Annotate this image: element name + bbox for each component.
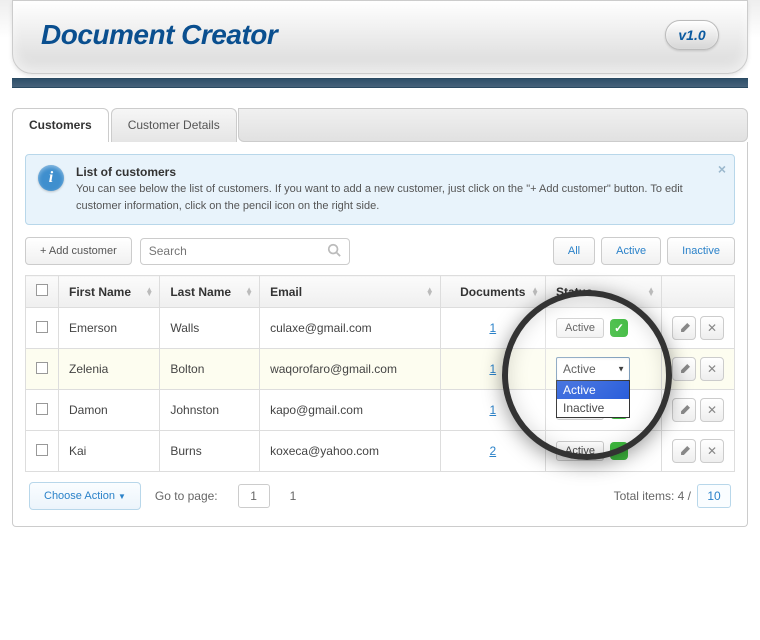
edit-button[interactable] (672, 316, 696, 340)
cell-first: Zelenia (59, 349, 160, 390)
close-icon[interactable]: × (718, 161, 726, 177)
total-items-label: Total items: 4 / (614, 489, 691, 503)
cell-last: Bolton (160, 349, 260, 390)
search-input[interactable] (149, 244, 327, 258)
col-email[interactable]: Email▲▼ (260, 276, 441, 308)
col-first[interactable]: First Name▲▼ (59, 276, 160, 308)
filter-all-button[interactable]: All (553, 237, 595, 265)
add-customer-button[interactable]: + Add customer (25, 237, 132, 265)
check-icon: ✓ (610, 319, 628, 337)
col-last[interactable]: Last Name▲▼ (160, 276, 260, 308)
sort-icon: ▲▼ (145, 288, 153, 296)
info-box: i List of customers You can see below th… (25, 154, 735, 225)
cell-email: koxeca@yahoo.com (260, 431, 441, 472)
check-icon: ✓ (610, 442, 628, 460)
goto-page-label: Go to page: (155, 489, 218, 503)
filter-active-button[interactable]: Active (601, 237, 661, 265)
search-icon (327, 243, 341, 260)
sort-icon: ▲▼ (245, 288, 253, 296)
header-ribbon (12, 78, 748, 88)
tab-bar: CustomersCustomer Details (12, 108, 748, 142)
status-dropdown-list[interactable]: ActiveInactive (556, 380, 630, 418)
select-all-checkbox[interactable] (36, 284, 48, 296)
documents-link[interactable]: 1 (489, 403, 496, 417)
row-checkbox[interactable] (36, 403, 48, 415)
main-panel: i List of customers You can see below th… (12, 142, 748, 527)
customers-table: First Name▲▼ Last Name▲▼ Email▲▼ Documen… (25, 275, 735, 472)
sort-icon: ▲▼ (426, 288, 434, 296)
info-title: List of customers (76, 165, 722, 179)
table-row: ZeleniaBoltonwaqorofaro@gmail.com 1 Active… (26, 349, 735, 390)
search-input-wrap[interactable] (140, 238, 350, 265)
delete-button[interactable]: ✕ (700, 439, 724, 463)
row-checkbox[interactable] (36, 362, 48, 374)
tab-customers[interactable]: Customers (12, 108, 109, 142)
status-option[interactable]: Active (557, 381, 629, 399)
row-checkbox[interactable] (36, 444, 48, 456)
edit-button[interactable] (672, 439, 696, 463)
app-title: Document Creator (41, 19, 277, 51)
edit-button[interactable] (672, 357, 696, 381)
cell-first: Emerson (59, 308, 160, 349)
col-docs[interactable]: Documents▲▼ (440, 276, 545, 308)
version-badge: v1.0 (665, 20, 719, 50)
documents-link[interactable]: 1 (489, 362, 496, 376)
app-header: Document Creator v1.0 (12, 0, 748, 74)
cell-first: Kai (59, 431, 160, 472)
cell-first: Damon (59, 390, 160, 431)
tab-customer-details[interactable]: Customer Details (111, 108, 237, 142)
page-total: 1 (290, 489, 297, 503)
table-footer: Choose Action ▼ Go to page: 1 1 Total it… (25, 472, 735, 514)
per-page-select[interactable]: 10 (697, 484, 731, 508)
sort-icon: ▲▼ (531, 288, 539, 296)
sort-icon: ▲▼ (647, 288, 655, 296)
status-pill[interactable]: Active (556, 441, 604, 461)
cell-last: Walls (160, 308, 260, 349)
cell-email: kapo@gmail.com (260, 390, 441, 431)
cell-status: Active▼ActiveInactive (546, 349, 662, 390)
edit-button[interactable] (672, 398, 696, 422)
delete-button[interactable]: ✕ (700, 398, 724, 422)
choose-action-dropdown[interactable]: Choose Action ▼ (29, 482, 141, 510)
cell-email: waqorofaro@gmail.com (260, 349, 441, 390)
page-input[interactable]: 1 (238, 484, 270, 508)
delete-button[interactable]: ✕ (700, 357, 724, 381)
info-icon: i (38, 165, 64, 191)
col-check (26, 276, 59, 308)
documents-link[interactable]: 2 (489, 444, 496, 458)
delete-button[interactable]: ✕ (700, 316, 724, 340)
cell-email: culaxe@gmail.com (260, 308, 441, 349)
status-pill[interactable]: Active (556, 318, 604, 338)
chevron-down-icon: ▼ (617, 365, 625, 374)
filter-inactive-button[interactable]: Inactive (667, 237, 735, 265)
cell-last: Burns (160, 431, 260, 472)
row-checkbox[interactable] (36, 321, 48, 333)
cell-status: Active ✓ (546, 431, 662, 472)
status-dropdown[interactable]: Active▼ActiveInactive (556, 357, 630, 381)
cell-status: Active ✓ (546, 308, 662, 349)
tab-strip-bg (238, 108, 748, 142)
chevron-down-icon: ▼ (118, 492, 126, 501)
status-option[interactable]: Inactive (557, 399, 629, 417)
col-status[interactable]: Status▲▼ (546, 276, 662, 308)
toolbar: + Add customer All Active Inactive (25, 237, 735, 265)
col-actions (662, 276, 735, 308)
documents-link[interactable]: 1 (489, 321, 496, 335)
table-row: KaiBurnskoxeca@yahoo.com 2 Active ✓ ✕ (26, 431, 735, 472)
cell-last: Johnston (160, 390, 260, 431)
info-text: You can see below the list of customers.… (76, 181, 722, 214)
table-row: EmersonWallsculaxe@gmail.com 1 Active ✓ ✕ (26, 308, 735, 349)
